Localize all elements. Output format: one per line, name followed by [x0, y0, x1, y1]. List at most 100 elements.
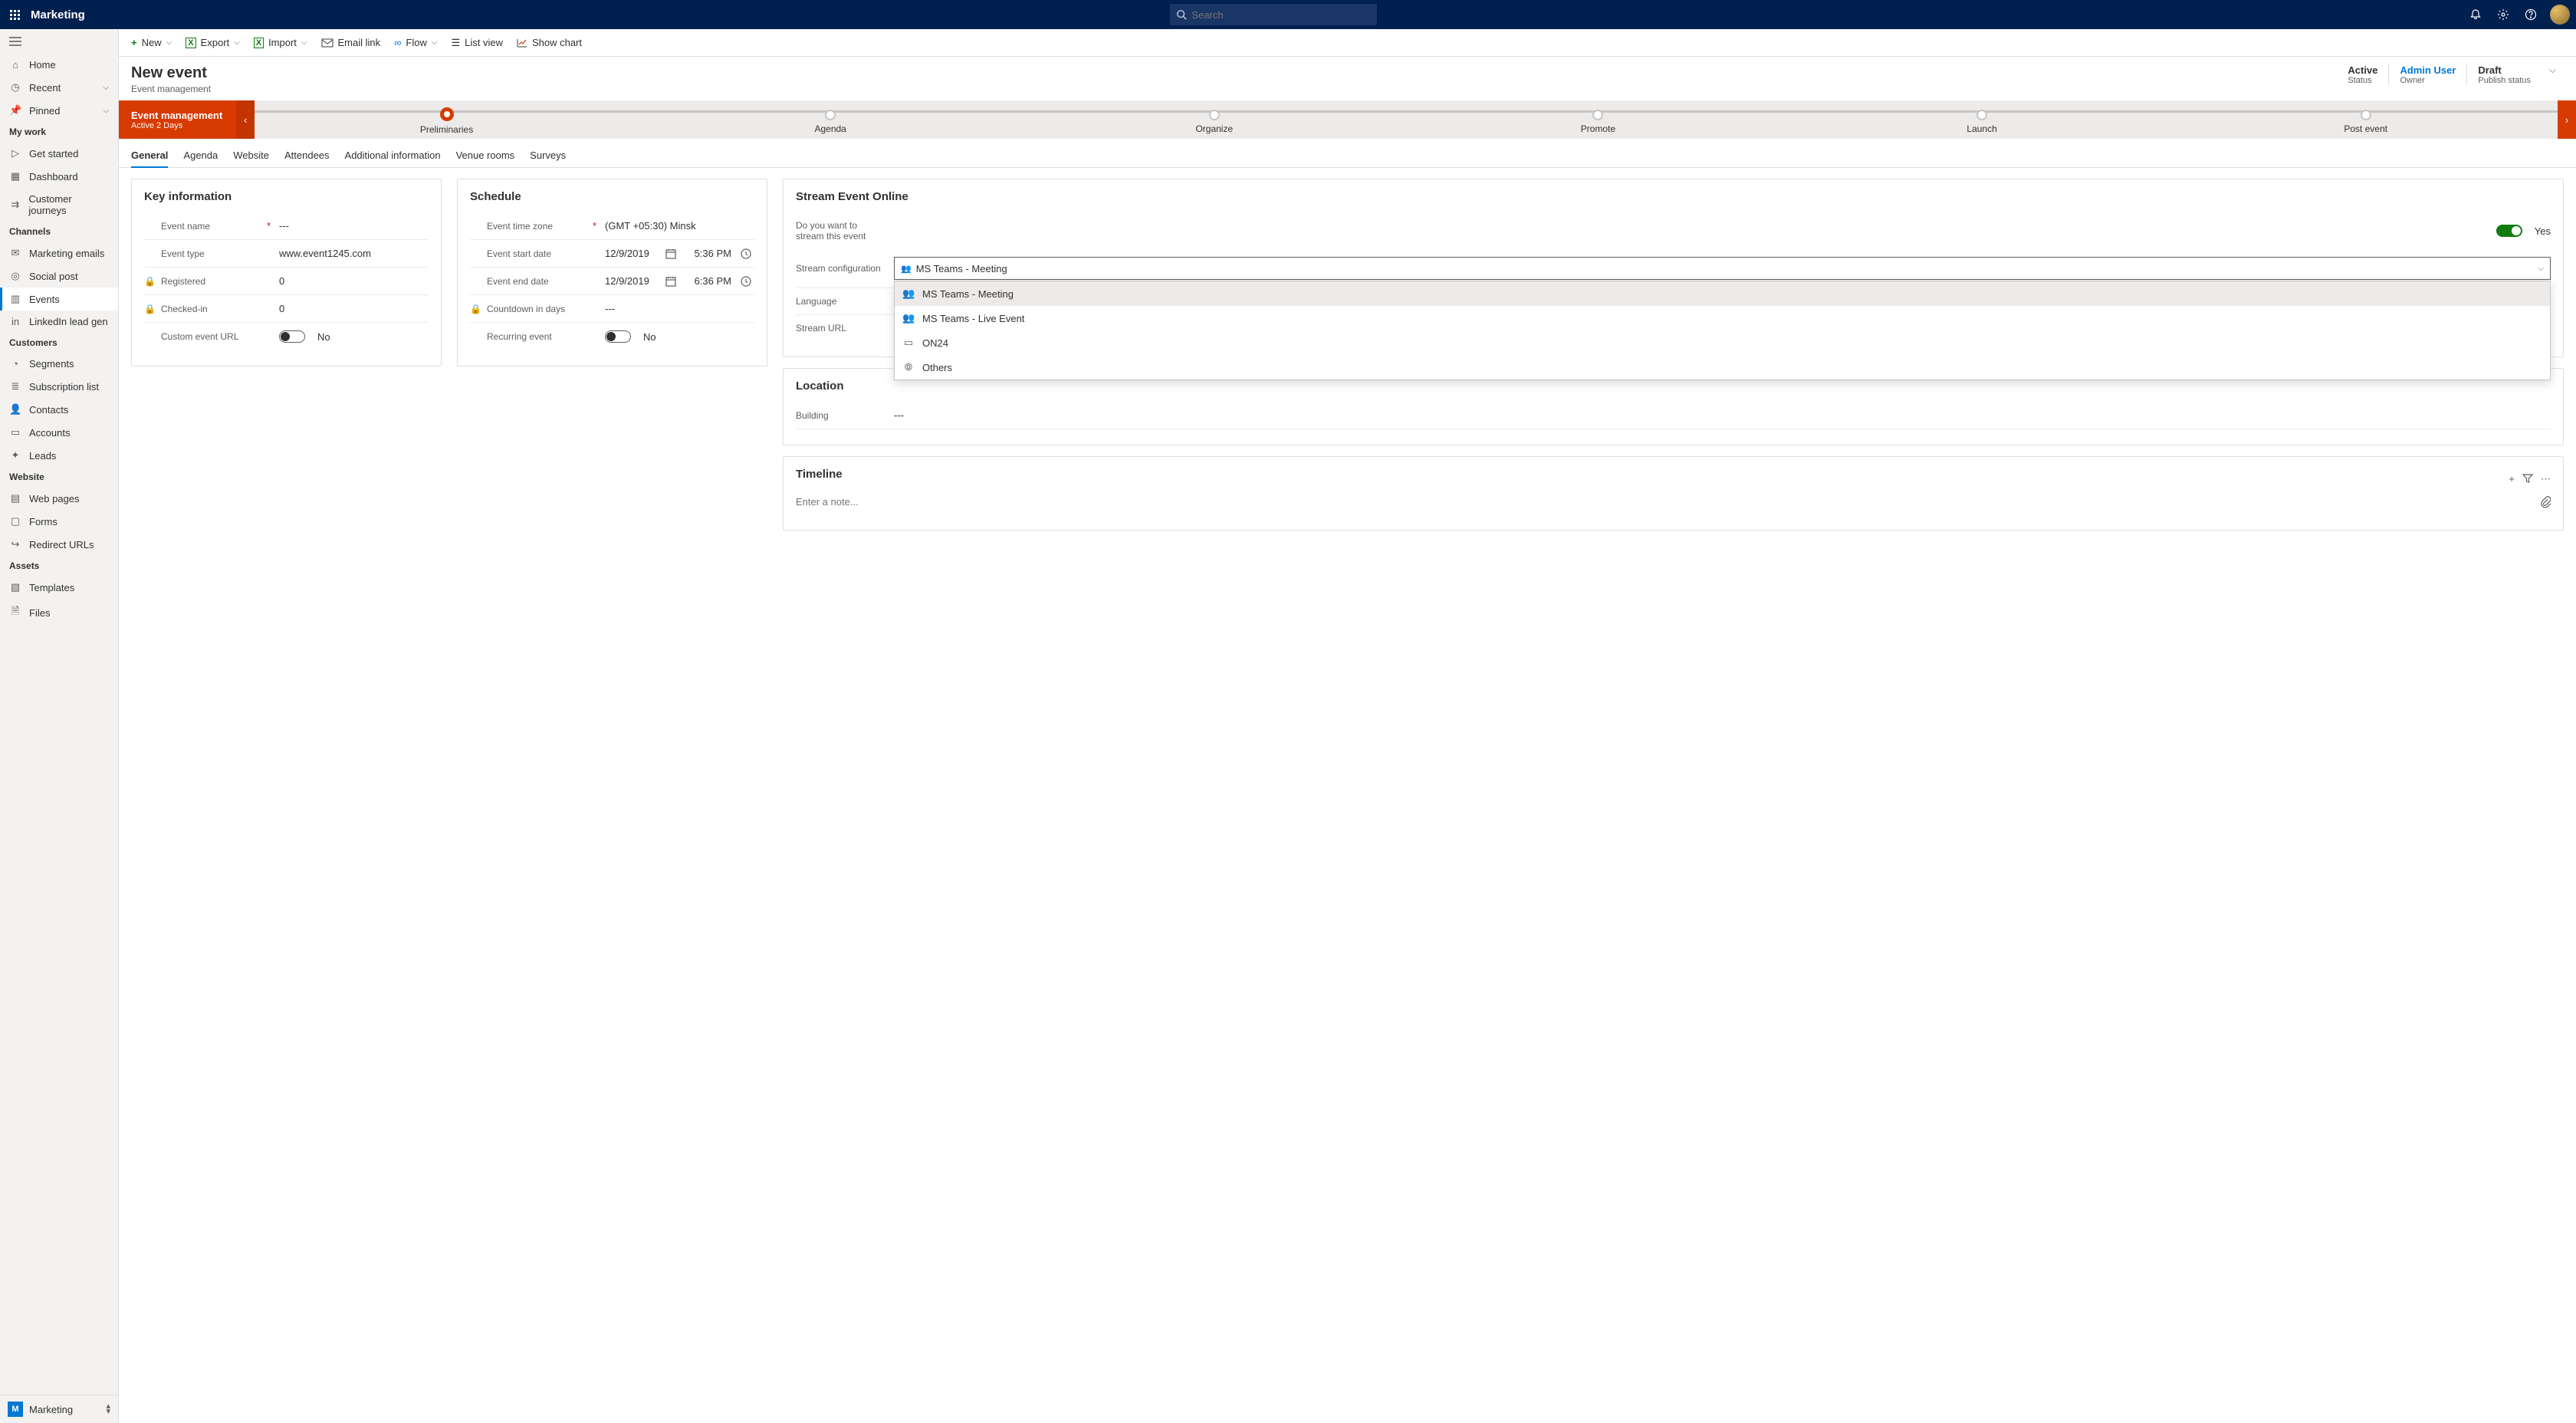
sidebar-toggle[interactable]	[0, 29, 118, 54]
dd-option-others[interactable]: ⦾Others	[895, 355, 2550, 380]
cmd-new[interactable]: +New⌵	[127, 34, 176, 51]
field-stream-toggle[interactable]: Do you want to stream this event Yes	[796, 212, 2551, 249]
field-event-name[interactable]: Event name* ---	[144, 212, 429, 240]
add-icon[interactable]: +	[2509, 473, 2515, 485]
area-badge: M	[8, 1402, 23, 1417]
clock-icon[interactable]	[738, 276, 754, 287]
stage-post-event[interactable]: Post event	[2174, 106, 2558, 134]
nav-templates[interactable]: ▧Templates	[0, 576, 118, 599]
nav-customer-journeys[interactable]: ⇉Customer journeys	[0, 188, 118, 222]
teams-icon: 👥	[902, 312, 915, 324]
stage-organize[interactable]: Organize	[1022, 106, 1406, 134]
nav-pinned[interactable]: 📌Pinned⌵	[0, 99, 118, 122]
nav-home[interactable]: ⌂Home	[0, 54, 118, 76]
stage-agenda[interactable]: Agenda	[639, 106, 1023, 134]
tab-agenda[interactable]: Agenda	[183, 145, 218, 167]
nav-web-pages[interactable]: ▤Web pages	[0, 487, 118, 510]
field-timezone[interactable]: Event time zone* (GMT +05:30) Minsk	[470, 212, 754, 240]
segments-icon: ◔	[9, 358, 21, 370]
waffle-icon	[10, 10, 20, 20]
stage-preliminaries[interactable]: Preliminaries	[255, 105, 639, 135]
nav-group-channels: Channels	[0, 222, 118, 242]
list-icon: ☰	[451, 37, 460, 49]
nav-social-post[interactable]: ◎Social post	[0, 265, 118, 288]
stage-promote[interactable]: Promote	[1406, 106, 1790, 134]
area-switcher[interactable]: M Marketing ▴▾	[0, 1395, 118, 1423]
calendar-icon[interactable]	[662, 276, 679, 287]
nav-contacts[interactable]: 👤Contacts	[0, 398, 118, 421]
cmd-email-link[interactable]: Email link	[317, 34, 386, 51]
cmd-import[interactable]: XImport⌵	[249, 34, 312, 51]
field-custom-url[interactable]: Custom event URL No	[144, 323, 429, 350]
chevron-down-icon: ⌵	[166, 38, 172, 47]
sidebar: ⌂Home◷Recent⌵📌Pinned⌵ My work▷Get starte…	[0, 29, 119, 1423]
stage-dot	[440, 107, 454, 121]
nav-leads[interactable]: ✦Leads	[0, 444, 118, 467]
calendar-icon[interactable]	[662, 248, 679, 259]
stream-title: Stream Event Online	[796, 190, 2551, 203]
field-end-date[interactable]: Event end date 12/9/2019 6:36 PM	[470, 268, 754, 295]
nav-redirect-urls[interactable]: ↪Redirect URLs	[0, 533, 118, 556]
help-button[interactable]	[2518, 0, 2544, 29]
cmd-flow[interactable]: ∞Flow⌵	[389, 34, 442, 51]
field-stream-config: Stream configuration 👥 MS Teams - Meetin…	[796, 249, 2551, 288]
dd-option-ms-teams-live-event[interactable]: 👥MS Teams - Live Event	[895, 306, 2550, 330]
tab-additional-information[interactable]: Additional information	[345, 145, 441, 167]
header-expand[interactable]: ⌵	[2542, 64, 2564, 76]
nav-subscription-list[interactable]: ≣Subscription list	[0, 375, 118, 398]
timeline-note-input[interactable]	[796, 490, 2540, 514]
field-event-type[interactable]: Event type www.event1245.com	[144, 240, 429, 268]
nav-linkedin-lead-gen[interactable]: inLinkedIn lead gen	[0, 311, 118, 333]
search-icon	[1176, 9, 1187, 20]
notifications-button[interactable]	[2463, 0, 2489, 29]
lock-icon: 🔒	[144, 304, 155, 314]
search-input[interactable]	[1191, 9, 1371, 21]
clock-icon[interactable]	[738, 248, 754, 259]
settings-button[interactable]	[2490, 0, 2516, 29]
attach-icon[interactable]	[2540, 496, 2551, 508]
cmd-show-chart[interactable]: Show chart	[512, 34, 586, 51]
toggle-on[interactable]	[2496, 225, 2522, 237]
nav-get-started[interactable]: ▷Get started	[0, 142, 118, 165]
nav-dashboard[interactable]: ▦Dashboard	[0, 165, 118, 188]
tab-attendees[interactable]: Attendees	[284, 145, 330, 167]
nav-group-customers: Customers	[0, 333, 118, 353]
field-recurring[interactable]: Recurring event No	[470, 323, 754, 350]
dd-option-ms-teams-meeting[interactable]: 👥MS Teams - Meeting	[895, 281, 2550, 306]
tab-venue-rooms[interactable]: Venue rooms	[456, 145, 515, 167]
stage-next[interactable]: ›	[2558, 100, 2576, 139]
stage-prev[interactable]: ‹	[236, 100, 255, 139]
filter-icon[interactable]	[2522, 473, 2533, 485]
nav-files[interactable]: 🗎Files	[0, 599, 118, 626]
more-icon[interactable]: ⋯	[2541, 473, 2551, 485]
global-search[interactable]	[1170, 4, 1377, 25]
nav-events[interactable]: ▥Events	[0, 288, 118, 311]
timeline-title: Timeline	[796, 468, 843, 481]
tab-surveys[interactable]: Surveys	[530, 145, 566, 167]
nav-accounts[interactable]: ▭Accounts	[0, 421, 118, 444]
field-checked-in: 🔒Checked-in 0	[144, 295, 429, 323]
status-owner[interactable]: Admin UserOwner	[2388, 64, 2466, 85]
stage-launch[interactable]: Launch	[1790, 106, 2174, 134]
toggle-off[interactable]	[605, 330, 631, 343]
nav-forms[interactable]: ▢Forms	[0, 510, 118, 533]
nav-recent[interactable]: ◷Recent⌵	[0, 76, 118, 99]
app-launcher[interactable]	[0, 0, 29, 29]
tab-website[interactable]: Website	[233, 145, 269, 167]
user-avatar[interactable]	[2550, 5, 2570, 25]
current-stage[interactable]: Event management Active 2 Days	[119, 100, 236, 139]
stage-dot	[1976, 110, 1987, 120]
nav-segments[interactable]: ◔Segments	[0, 353, 118, 375]
field-building[interactable]: Building ---	[796, 402, 2551, 429]
cmd-export[interactable]: XExport⌵	[181, 34, 245, 51]
stream-config-select[interactable]: 👥 MS Teams - Meeting ⌵ 👥MS Teams - Meeti…	[894, 257, 2551, 280]
toggle-off[interactable]	[279, 330, 305, 343]
cmd-list-view[interactable]: ☰List view	[446, 34, 508, 52]
mail-icon	[321, 38, 334, 48]
field-start-date[interactable]: Event start date 12/9/2019 5:36 PM	[470, 240, 754, 268]
dd-option-on24[interactable]: ▭ON24	[895, 330, 2550, 355]
tab-general[interactable]: General	[131, 145, 168, 167]
nav-marketing-emails[interactable]: ✉Marketing emails	[0, 242, 118, 265]
card-schedule: Schedule Event time zone* (GMT +05:30) M…	[457, 179, 767, 366]
play-icon: ▷	[9, 147, 21, 159]
